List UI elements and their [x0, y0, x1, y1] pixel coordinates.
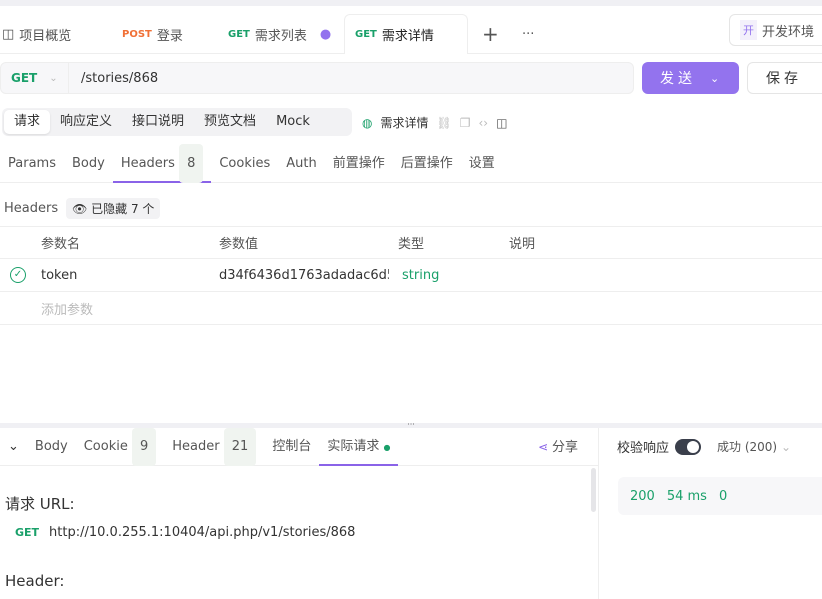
- collapse-icon[interactable]: ⌄: [0, 428, 27, 466]
- tab-story-detail[interactable]: GET 需求详情: [344, 14, 468, 54]
- save-button[interactable]: 保存: [747, 62, 822, 94]
- api-name: 需求详情: [380, 116, 429, 130]
- chevron-down-icon: ⌄: [49, 72, 58, 84]
- rtab-body[interactable]: Body: [27, 428, 76, 466]
- chevron-down-icon[interactable]: ⌄: [710, 72, 723, 85]
- send-button[interactable]: 发送 ⌄: [642, 62, 739, 94]
- request-subtabs: Params Body Headers 8 Cookies Auth 前置操作 …: [0, 143, 822, 183]
- mode-segment: 请求 响应定义 接口说明 预览文档 Mock: [2, 108, 352, 136]
- scrollbar[interactable]: [591, 468, 596, 512]
- headers-label: Headers: [4, 201, 59, 216]
- subtab-body[interactable]: Body: [64, 144, 113, 183]
- rtab-console[interactable]: 控制台: [264, 428, 319, 466]
- tab-project-overview[interactable]: ◫ 项目概览: [2, 14, 71, 54]
- subtab-pre[interactable]: 前置操作: [325, 144, 393, 183]
- link-icon[interactable]: ⛓: [437, 116, 452, 130]
- panel-icon[interactable]: ◫: [496, 116, 507, 130]
- divider: [598, 428, 599, 599]
- rtab-cookie[interactable]: Cookie 9: [76, 427, 165, 466]
- subtab-headers[interactable]: Headers 8: [112, 143, 212, 183]
- seg-api-doc[interactable]: 接口说明: [122, 110, 194, 134]
- table-header: 参数名 参数值 类型 说明: [0, 226, 822, 259]
- tab-login[interactable]: POST 登录: [122, 14, 183, 54]
- method-select[interactable]: GET ⌄: [1, 63, 69, 93]
- subtab-post[interactable]: 后置操作: [393, 144, 461, 183]
- seg-response-def[interactable]: 响应定义: [50, 110, 122, 134]
- subtab-params[interactable]: Params: [0, 144, 64, 183]
- project-icon: ◫: [2, 26, 15, 42]
- actual-url: http://10.0.255.1:10404/api.php/v1/stori…: [49, 525, 356, 540]
- code-icon[interactable]: ‹›: [479, 116, 489, 130]
- unsaved-dot-icon: ●: [319, 26, 332, 42]
- seg-preview-doc[interactable]: 预览文档: [194, 110, 266, 134]
- globe-icon: ◍: [362, 115, 373, 130]
- status-select[interactable]: 成功 (200) ⌄: [717, 438, 791, 455]
- rtab-actual-request[interactable]: 实际请求 ●: [319, 428, 399, 466]
- table-row: ✓ token d34f6436d1763adadac6d55 string: [0, 259, 822, 292]
- url-input[interactable]: /stories/868: [69, 71, 158, 86]
- header-label: Header:: [5, 572, 65, 590]
- more-icon[interactable]: ···: [522, 14, 534, 54]
- validate-label: 校验响应: [617, 441, 670, 456]
- subtab-cookies[interactable]: Cookies: [211, 144, 278, 183]
- tab-bar: ◫ 项目概览 POST 登录 GET 需求列表 ● GET 需求详情 + ··· 开开发环…: [0, 6, 822, 54]
- response-tabs: ⌄ Body Cookie 9 Header 21 控制台 实际请求 ● ⋖ 分…: [0, 427, 598, 466]
- share-button[interactable]: ⋖ 分享: [530, 428, 598, 466]
- seg-mock[interactable]: Mock: [266, 110, 320, 134]
- url-bar: GET ⌄ /stories/868: [0, 62, 634, 94]
- checkbox-checked-icon[interactable]: ✓: [10, 267, 26, 283]
- response-stats: 200 54 ms 0: [618, 477, 822, 515]
- add-param-row: 添加参数: [0, 292, 822, 325]
- env-selector[interactable]: 开开发环境: [729, 14, 822, 46]
- hidden-headers-toggle[interactable]: 👁 已隐藏 7 个: [66, 198, 161, 219]
- subtab-settings[interactable]: 设置: [461, 144, 503, 183]
- seg-request[interactable]: 请求: [4, 110, 51, 134]
- copy-icon[interactable]: ❐: [460, 116, 471, 130]
- validate-toggle[interactable]: [675, 438, 702, 455]
- rtab-header[interactable]: Header 21: [164, 427, 264, 466]
- subtab-auth[interactable]: Auth: [278, 144, 324, 183]
- tab-story-list[interactable]: GET 需求列表 ●: [228, 14, 331, 54]
- add-tab-icon[interactable]: +: [482, 14, 499, 54]
- request-url-label: 请求 URL:: [5, 495, 75, 513]
